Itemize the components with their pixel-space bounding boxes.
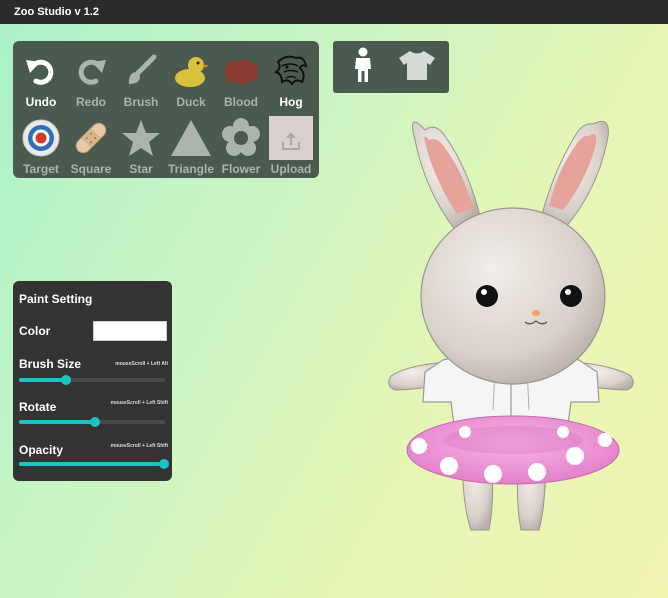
rotate-hint: mouseScroll + Left Shift: [110, 400, 168, 406]
bandage-icon: [69, 116, 113, 160]
color-swatch[interactable]: [93, 321, 167, 341]
blood-button[interactable]: Blood: [216, 49, 266, 115]
brush-size-slider[interactable]: [19, 375, 165, 385]
app-title: Zoo Studio v 1.2: [14, 6, 99, 18]
flower-button[interactable]: Flower: [216, 116, 266, 182]
upload-button[interactable]: Upload: [266, 116, 316, 182]
brush-size-hint: mouseScroll + Left Alt: [115, 361, 168, 367]
tool-palette: Undo Redo Brush Duck Blood Hog Target Sq…: [13, 41, 319, 178]
undo-icon: [19, 49, 63, 93]
slider-handle[interactable]: [158, 459, 169, 469]
target-button[interactable]: Target: [16, 116, 66, 182]
clothes-view-tab[interactable]: [397, 47, 437, 87]
title-bar: Zoo Studio v 1.2: [0, 0, 668, 24]
opacity-slider[interactable]: [19, 459, 169, 469]
square-button[interactable]: Square: [66, 116, 116, 182]
person-icon: [350, 47, 376, 88]
color-label: Color: [19, 324, 51, 338]
redo-button[interactable]: Redo: [66, 49, 116, 115]
flower-icon: [219, 116, 263, 160]
panel-title: Paint Setting: [19, 292, 93, 306]
duck-icon: [169, 49, 213, 93]
hog-icon: [269, 49, 313, 93]
triangle-icon: [169, 116, 213, 160]
star-icon: [119, 116, 163, 160]
opacity-hint: mouseScroll + Left Shift: [110, 443, 168, 449]
upload-icon: [269, 116, 313, 160]
view-tabs: [333, 41, 449, 93]
brush-button[interactable]: Brush: [116, 49, 166, 115]
duck-button[interactable]: Duck: [166, 49, 216, 115]
brush-icon: [119, 49, 163, 93]
opacity-label: Opacity: [19, 443, 64, 457]
shirt-icon: [398, 49, 436, 86]
body-view-tab[interactable]: [343, 47, 383, 87]
undo-button[interactable]: Undo: [16, 49, 66, 115]
slider-handle[interactable]: [89, 417, 100, 427]
bunny-model[interactable]: [385, 110, 640, 540]
hog-button[interactable]: Hog: [266, 49, 316, 115]
rotate-slider[interactable]: [19, 417, 165, 427]
rotate-label: Rotate: [19, 400, 57, 414]
triangle-button[interactable]: Triangle: [166, 116, 216, 182]
slider-handle[interactable]: [60, 375, 71, 385]
brush-size-label: Brush Size: [19, 357, 82, 371]
blood-splat-icon: [219, 49, 263, 93]
star-button[interactable]: Star: [116, 116, 166, 182]
redo-icon: [69, 49, 113, 93]
target-icon: [19, 116, 63, 160]
paint-setting-panel: Paint Setting Color Brush Size mouseScro…: [13, 281, 172, 481]
